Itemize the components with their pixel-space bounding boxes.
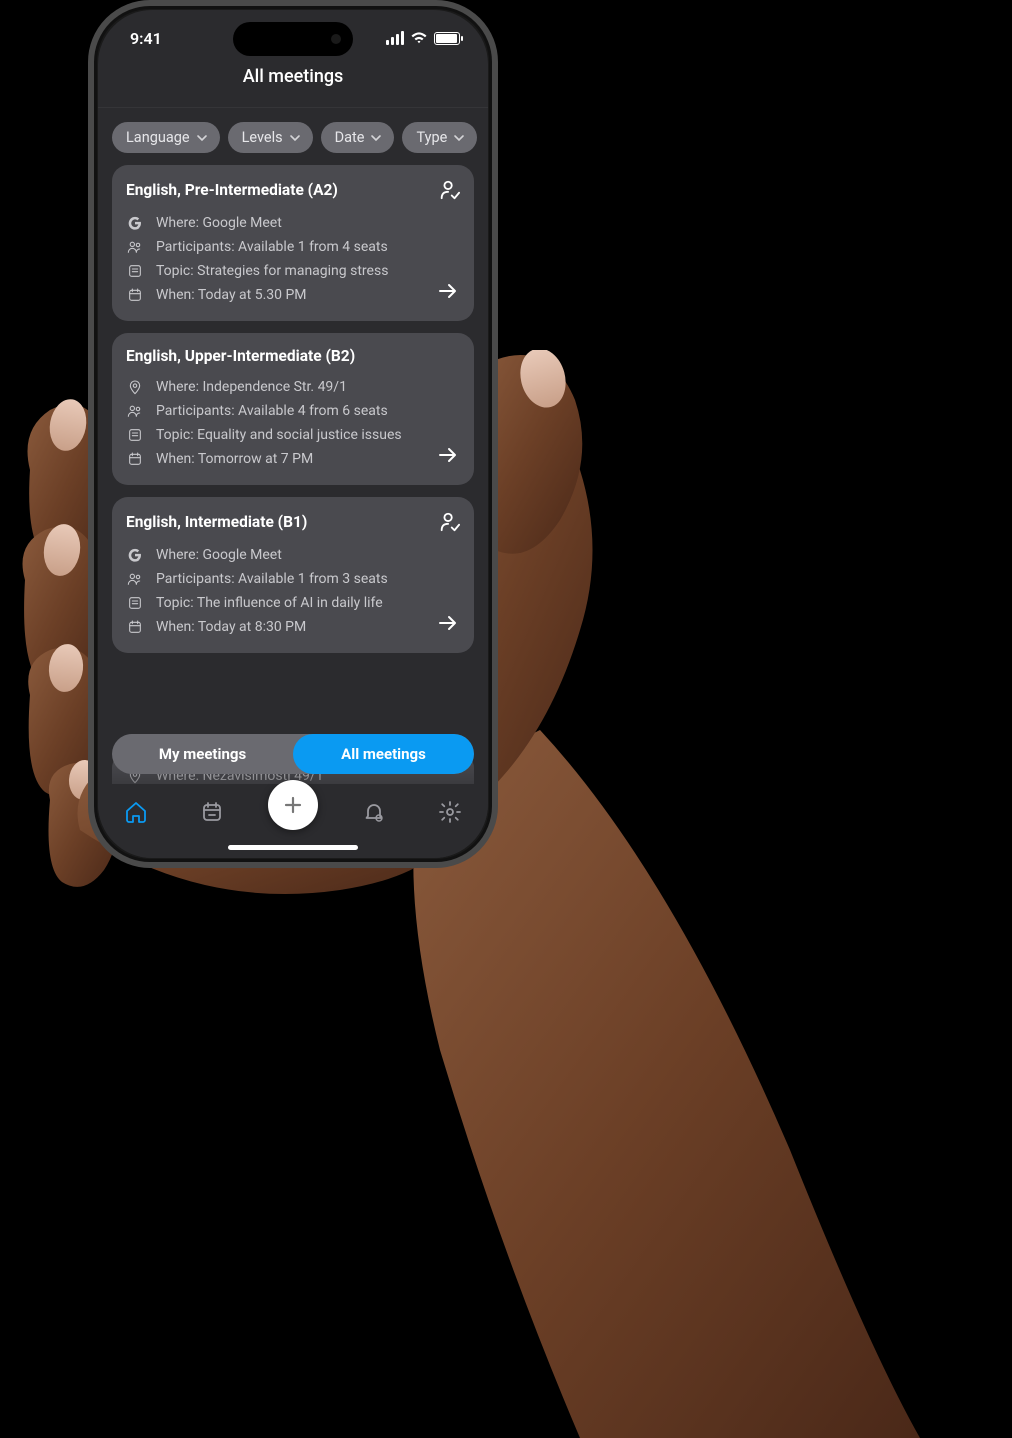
meeting-title: English, Intermediate (B1) — [126, 513, 307, 531]
meeting-card[interactable]: English, Intermediate (B1) Where: Google… — [112, 497, 474, 653]
plus-icon — [281, 793, 305, 817]
meeting-when: When: Today at 5.30 PM — [156, 287, 307, 303]
phone-power — [495, 231, 498, 321]
meeting-participants: Participants: Available 1 from 3 seats — [156, 571, 388, 587]
filter-date[interactable]: Date — [321, 122, 395, 153]
filter-label: Levels — [242, 129, 283, 146]
meeting-topic: Topic: Strategies for managing stress — [156, 263, 388, 279]
topic-icon — [126, 595, 144, 611]
meeting-topic: Topic: The influence of AI in daily life — [156, 595, 383, 611]
tab-all-meetings[interactable]: All meetings — [293, 734, 474, 774]
status-time: 9:41 — [130, 29, 162, 48]
gear-icon — [438, 800, 462, 824]
open-meeting-button[interactable] — [436, 279, 460, 307]
cellular-icon — [386, 31, 404, 45]
meeting-when: When: Tomorrow at 7 PM — [156, 451, 313, 467]
meeting-participants: Participants: Available 1 from 4 seats — [156, 239, 388, 255]
screen: 9:41 All meetings Language Levels Date — [98, 10, 488, 858]
arrow-right-icon — [436, 443, 460, 467]
person-check-icon — [438, 179, 460, 201]
topic-icon — [126, 263, 144, 279]
google-icon — [126, 215, 144, 231]
chevron-down-icon — [453, 132, 465, 144]
wifi-icon — [410, 31, 428, 45]
page-title: All meetings — [243, 66, 344, 87]
filter-label: Language — [126, 129, 190, 146]
filter-bar: Language Levels Date Type — [98, 108, 488, 165]
phone-frame: 9:41 All meetings Language Levels Date — [88, 0, 498, 868]
meeting-card[interactable]: English, Upper-Intermediate (B2) Where: … — [112, 333, 474, 485]
google-icon — [126, 547, 144, 563]
filter-label: Type — [416, 129, 447, 146]
users-icon — [126, 403, 144, 419]
open-meeting-button[interactable] — [436, 443, 460, 471]
meeting-title: English, Upper-Intermediate (B2) — [126, 347, 355, 365]
nav-home[interactable] — [116, 792, 156, 832]
filter-type[interactable]: Type — [402, 122, 477, 153]
nav-calendar[interactable] — [192, 792, 232, 832]
users-icon — [126, 571, 144, 587]
meeting-participants: Participants: Available 4 from 6 seats — [156, 403, 388, 419]
nav-notifications[interactable] — [354, 792, 394, 832]
chevron-down-icon — [289, 132, 301, 144]
person-check-icon — [438, 511, 460, 533]
battery-icon — [434, 32, 460, 45]
filter-levels[interactable]: Levels — [228, 122, 313, 153]
calendar-icon — [200, 800, 224, 824]
calendar-icon — [126, 287, 144, 303]
chevron-down-icon — [196, 132, 208, 144]
create-meeting-button[interactable] — [268, 780, 318, 830]
chevron-down-icon — [370, 132, 382, 144]
tab-my-meetings[interactable]: My meetings — [112, 734, 293, 774]
meeting-topic: Topic: Equality and social justice issue… — [156, 427, 402, 443]
meeting-where: Where: Independence Str. 49/1 — [156, 379, 347, 395]
dynamic-island — [233, 22, 353, 56]
users-icon — [126, 239, 144, 255]
filter-language[interactable]: Language — [112, 122, 220, 153]
page-title-bar: All meetings — [98, 66, 488, 108]
meeting-where: Where: Google Meet — [156, 215, 282, 231]
meeting-card[interactable]: English, Pre-Intermediate (A2) Where: Go… — [112, 165, 474, 321]
phone-switch — [88, 151, 91, 181]
home-icon — [124, 800, 148, 824]
calendar-icon — [126, 619, 144, 635]
topic-icon — [126, 427, 144, 443]
arrow-right-icon — [436, 279, 460, 303]
arrow-right-icon — [436, 611, 460, 635]
home-indicator[interactable] — [228, 845, 358, 850]
open-meeting-button[interactable] — [436, 611, 460, 639]
location-icon — [126, 379, 144, 395]
nav-settings[interactable] — [430, 792, 470, 832]
view-toggle: My meetings All meetings — [112, 734, 474, 774]
meeting-title: English, Pre-Intermediate (A2) — [126, 181, 338, 199]
meeting-when: When: Today at 8:30 PM — [156, 619, 306, 635]
phone-volume-up — [88, 211, 91, 269]
filter-label: Date — [335, 129, 365, 146]
meeting-where: Where: Google Meet — [156, 547, 282, 563]
bell-icon — [362, 800, 386, 824]
phone-volume-down — [88, 281, 91, 339]
calendar-icon — [126, 451, 144, 467]
